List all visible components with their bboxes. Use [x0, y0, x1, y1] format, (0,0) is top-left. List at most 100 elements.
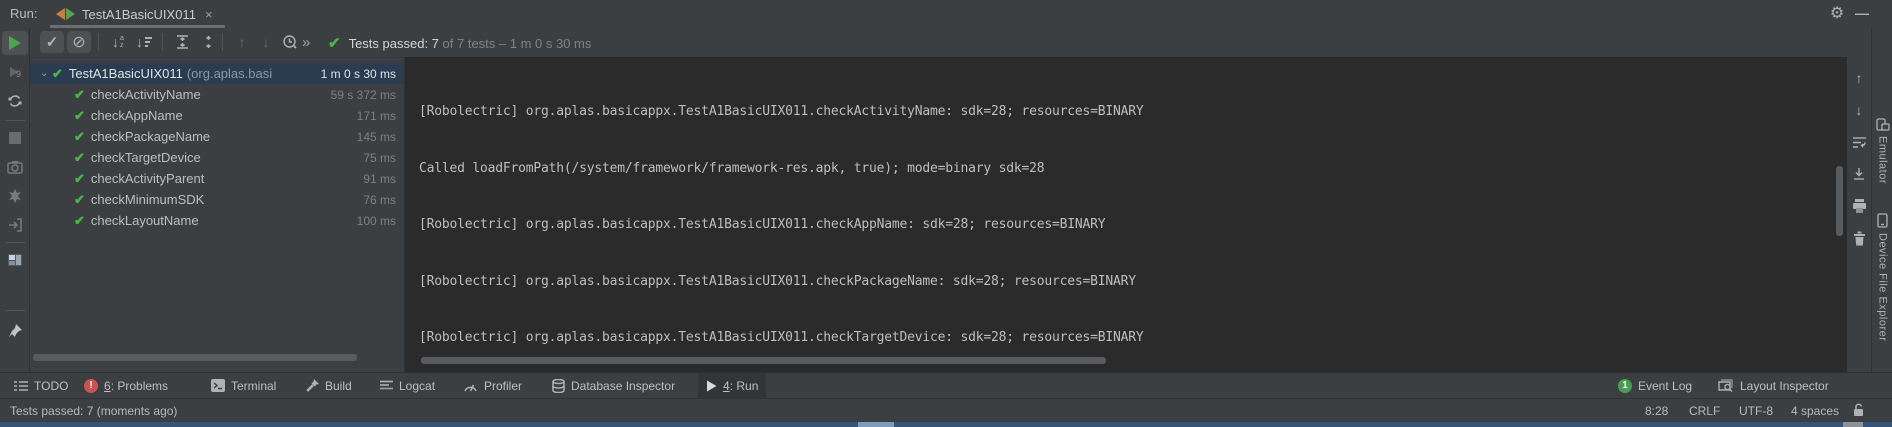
device-file-explorer-label: Device File Explorer: [1877, 233, 1889, 341]
tree-row[interactable]: ✔ checkTargetDevice 75 ms: [30, 147, 404, 168]
print-icon: [1852, 199, 1867, 213]
console-horizontal-scrollbar[interactable]: [421, 357, 1106, 364]
run-configuration-tab[interactable]: TestA1BasicUIX011 ×: [50, 2, 221, 26]
toolbar-overflow-icon[interactable]: »: [302, 34, 310, 51]
test-history-button[interactable]: [278, 31, 302, 53]
tree-row[interactable]: ✔ checkAppName 171 ms: [30, 105, 404, 126]
bottom-edge-highlight: [858, 422, 894, 427]
console-line: [Robolectric] org.aplas.basicappx.TestA1…: [419, 325, 1827, 352]
thread-dump-icon: [7, 188, 23, 204]
console-vertical-scrollbar[interactable]: [1836, 166, 1843, 236]
event-log-label: Event Log: [1638, 379, 1692, 393]
indent-widget[interactable]: 4 spaces: [1791, 404, 1839, 418]
print-button[interactable]: [1848, 195, 1870, 217]
bottom-edge-strip: [0, 422, 1892, 427]
console-line: [Robolectric] org.aplas.basicappx.TestA1…: [419, 212, 1827, 239]
test-time: 100 ms: [357, 214, 396, 228]
tree-row[interactable]: ✔ checkPackageName 145 ms: [30, 126, 404, 147]
tool-button-emulator[interactable]: Emulator: [1872, 118, 1892, 184]
close-icon[interactable]: ×: [203, 7, 215, 22]
build-hammer-icon: [305, 379, 319, 393]
screenshot-button[interactable]: [2, 155, 28, 179]
tool-tab-terminal[interactable]: Terminal: [203, 373, 284, 398]
gear-icon[interactable]: ⚙: [1826, 3, 1848, 25]
soft-wrap-button[interactable]: [1848, 131, 1870, 153]
stop-button[interactable]: [2, 126, 28, 150]
console-output[interactable]: [Robolectric] org.aplas.basicappx.TestA1…: [404, 57, 1847, 372]
line-separator-widget[interactable]: CRLF: [1689, 404, 1720, 418]
tree-root-row[interactable]: ⌄ ✔ TestA1BasicUIX011 (org.aplas.basi 1 …: [30, 63, 404, 84]
previous-icon: ↑: [239, 34, 246, 50]
clear-all-button[interactable]: [1848, 227, 1870, 249]
test-time: 91 ms: [363, 172, 396, 186]
rerun-tests-button[interactable]: [2, 31, 28, 55]
test-time: 76 ms: [363, 193, 396, 207]
tree-row[interactable]: ✔ checkActivityParent 91 ms: [30, 168, 404, 189]
next-occurrence-button[interactable]: ↓: [254, 31, 278, 53]
show-ignored-button[interactable]: ⊘: [67, 31, 91, 53]
tool-tab-database-inspector[interactable]: Database Inspector: [544, 373, 683, 398]
tool-tab-profiler[interactable]: Profiler: [455, 373, 530, 398]
sort-by-duration-button[interactable]: ↓: [132, 31, 156, 53]
pin-tab-button[interactable]: [2, 318, 28, 342]
dump-threads-button[interactable]: [2, 184, 28, 208]
test-time: 75 ms: [363, 151, 396, 165]
tree-horizontal-scrollbar[interactable]: [33, 354, 357, 361]
console-line: Called loadFromPath(/system/framework/fr…: [419, 156, 1827, 183]
layout-inspector-icon: [1718, 379, 1734, 393]
test-summary: ✔ Tests passed: 7 of 7 tests – 1 m 0 s 3…: [328, 34, 591, 52]
run-tool-window: Run: TestA1BasicUIX011 × ⚙ — 9: [0, 0, 1892, 427]
tool-tab-todo[interactable]: TODO: [6, 373, 76, 398]
device-icon: [1877, 213, 1888, 228]
tool-tab-build[interactable]: Build: [297, 373, 360, 398]
run-header: Run: TestA1BasicUIX011 × ⚙ —: [0, 0, 1892, 28]
test-time: 171 ms: [357, 109, 396, 123]
detach-button[interactable]: [2, 213, 28, 237]
previous-occurrence-button[interactable]: ↑: [230, 31, 254, 53]
encoding-widget[interactable]: UTF-8: [1739, 404, 1773, 418]
scroll-up-button[interactable]: ↑: [1848, 67, 1870, 89]
tree-row[interactable]: ✔ checkLayoutName 100 ms: [30, 210, 404, 231]
hide-panel-icon[interactable]: —: [1850, 1, 1874, 25]
pin-icon: [8, 323, 23, 338]
run-label: Run:: [10, 6, 37, 21]
event-log-button[interactable]: 1 Event Log: [1618, 373, 1692, 398]
todo-icon: [14, 380, 28, 392]
scroll-to-end-button[interactable]: [1848, 163, 1870, 185]
tool-tab-logcat[interactable]: Logcat: [372, 373, 443, 398]
rerun-failed-tests-button[interactable]: 9: [2, 60, 28, 84]
sort-alphabetically-button[interactable]: ↓ az: [106, 31, 130, 53]
show-passed-button[interactable]: ✓: [40, 31, 64, 53]
scroll-down-button[interactable]: ↓: [1848, 99, 1870, 121]
tool-tab-problems[interactable]: ! 6: Problems: [76, 373, 176, 398]
summary-detail-text: of 7 tests – 1 m 0 s 30 ms: [443, 36, 592, 51]
lock-icon[interactable]: [1852, 403, 1865, 417]
status-message: Tests passed: 7 (moments ago): [10, 404, 177, 418]
run-play-icon: [706, 380, 717, 392]
status-bar: Tests passed: 7 (moments ago) 8:28 CRLF …: [0, 398, 1892, 422]
expand-all-button[interactable]: [170, 31, 194, 53]
test-name: checkMinimumSDK: [91, 192, 204, 207]
restore-layout-button[interactable]: [2, 248, 28, 272]
layout-inspector-button[interactable]: Layout Inspector: [1718, 373, 1829, 398]
auto-test-icon: [7, 93, 23, 109]
up-icon: ↑: [1856, 70, 1863, 86]
summary-check-icon: ✔: [328, 34, 341, 52]
tool-button-device-file-explorer[interactable]: Device File Explorer: [1872, 213, 1892, 341]
tree-row[interactable]: ✔ checkActivityName 59 s 372 ms: [30, 84, 404, 105]
collapse-all-button[interactable]: [196, 31, 220, 53]
soft-wrap-icon: [1852, 136, 1867, 149]
test-passed-icon: ✔: [74, 192, 85, 208]
tool-tab-label: Build: [325, 379, 352, 393]
test-passed-icon: ✔: [52, 66, 63, 82]
toggle-auto-test-button[interactable]: [2, 89, 28, 113]
console-line: [Robolectric] org.aplas.basicappx.TestA1…: [419, 99, 1827, 126]
collapse-all-icon: [202, 35, 215, 49]
test-passed-icon: ✔: [74, 129, 85, 145]
chevron-down-icon[interactable]: ⌄: [40, 68, 52, 79]
caret-position-widget[interactable]: 8:28: [1645, 404, 1668, 418]
tool-tab-label: 4: Run: [723, 379, 758, 393]
tree-row[interactable]: ✔ checkMinimumSDK 76 ms: [30, 189, 404, 210]
tool-tab-run[interactable]: 4: Run: [698, 373, 766, 398]
tool-tab-label: Profiler: [484, 379, 522, 393]
